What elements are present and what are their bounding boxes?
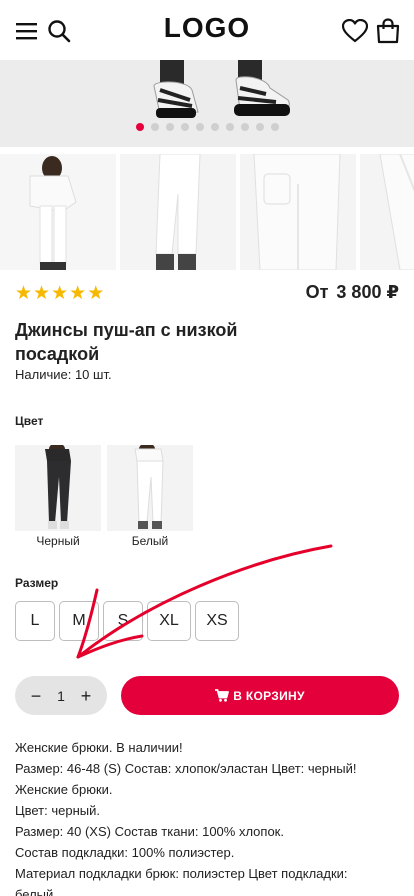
carousel-dot[interactable] xyxy=(240,123,249,131)
description-line: Женские брюки. В наличии! xyxy=(15,740,183,755)
color-label: Цвет xyxy=(15,414,44,428)
description-line: Женские брюки. xyxy=(15,782,113,797)
color-swatch-black-image xyxy=(15,445,101,531)
size-option-m[interactable]: M xyxy=(59,601,99,641)
size-label: Размер xyxy=(15,576,59,590)
carousel-dot[interactable] xyxy=(180,123,189,131)
carousel-dot[interactable] xyxy=(135,123,144,131)
star-icon: ★ xyxy=(15,283,33,304)
size-option-xs[interactable]: XS xyxy=(195,601,239,641)
description-line: Состав подкладки: 100% полиэстер. xyxy=(15,845,235,860)
size-options: L M S XL XS xyxy=(15,601,239,641)
add-to-cart-button[interactable]: В КОРЗИНУ xyxy=(121,676,399,715)
quantity-value[interactable]: 1 xyxy=(57,688,65,704)
carousel-dots xyxy=(0,123,414,131)
price-prefix: От xyxy=(305,282,329,302)
color-swatch-white-image xyxy=(107,445,193,531)
quantity-stepper: − 1 + xyxy=(15,676,107,715)
carousel-dot[interactable] xyxy=(210,123,219,131)
product-title: Джинсы пуш-ап с низкой посадкой xyxy=(15,320,238,364)
carousel-dot[interactable] xyxy=(165,123,174,131)
thumbnail-2[interactable] xyxy=(120,154,236,270)
thumbnail-1[interactable] xyxy=(0,154,116,270)
stock-status: Наличие: 10 шт. xyxy=(15,367,112,382)
description-line: Размер: 46-48 (S) Состав: хлопок/эластан… xyxy=(15,761,357,776)
logo[interactable]: LOGO xyxy=(164,12,250,43)
description-line: Размер: 40 (XS) Состав ткани: 100% хлопо… xyxy=(15,824,284,839)
carousel-dot[interactable] xyxy=(225,123,234,131)
thumbnail-4[interactable] xyxy=(360,154,414,270)
carousel-dot[interactable] xyxy=(270,123,279,131)
menu-icon[interactable] xyxy=(14,18,40,44)
color-option-black[interactable]: Черный xyxy=(15,445,101,548)
color-name-white: Белый xyxy=(131,534,169,548)
color-name-black: Черный xyxy=(36,534,80,548)
cart-icon xyxy=(215,689,230,702)
header: LOGO xyxy=(0,0,414,60)
rating-stars: ★ ★ ★ ★ ★ xyxy=(15,284,104,303)
bag-icon[interactable] xyxy=(375,18,401,44)
product-description: Женские брюки. В наличии! Размер: 46-48 … xyxy=(15,737,405,896)
size-option-xl[interactable]: XL xyxy=(147,601,191,641)
carousel-dot[interactable] xyxy=(195,123,204,131)
star-icon: ★ xyxy=(33,283,51,304)
description-line: Материал подкладки брюк: полиэстер Цвет … xyxy=(15,866,348,881)
color-option-white[interactable]: Белый xyxy=(107,445,193,548)
size-option-s[interactable]: S xyxy=(103,601,143,641)
star-icon: ★ xyxy=(69,283,87,304)
quantity-decrease-button[interactable]: − xyxy=(27,687,45,705)
size-option-l[interactable]: L xyxy=(15,601,55,641)
description-line: Цвет: черный. xyxy=(15,803,100,818)
price: От 3 800 ₽ xyxy=(306,282,399,303)
heart-icon[interactable] xyxy=(342,18,368,44)
search-icon[interactable] xyxy=(46,18,72,44)
star-icon: ★ xyxy=(87,283,105,304)
star-icon: ★ xyxy=(51,283,69,304)
quantity-increase-button[interactable]: + xyxy=(77,687,95,705)
add-to-cart-label: В КОРЗИНУ xyxy=(233,688,305,703)
price-value: 3 800 ₽ xyxy=(336,282,399,302)
hero-image[interactable] xyxy=(0,60,414,147)
description-line: белый xyxy=(15,887,54,896)
thumbnail-strip xyxy=(0,154,414,270)
carousel-dot[interactable] xyxy=(150,123,159,131)
thumbnail-3[interactable] xyxy=(240,154,356,270)
carousel-dot[interactable] xyxy=(255,123,264,131)
